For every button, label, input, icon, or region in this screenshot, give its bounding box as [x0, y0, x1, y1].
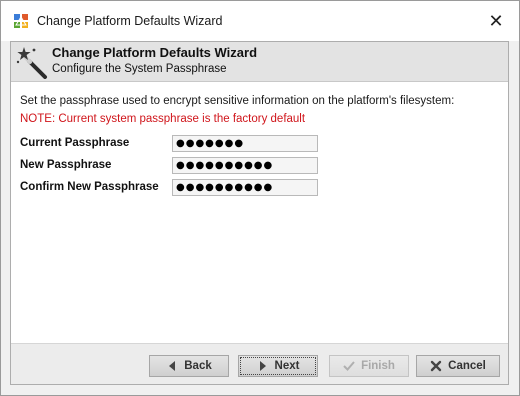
check-icon — [343, 361, 355, 371]
finish-button[interactable]: Finish — [329, 355, 409, 377]
wizard-header: Change Platform Defaults Wizard Configur… — [11, 42, 508, 82]
wizard-title: Change Platform Defaults Wizard — [52, 45, 258, 60]
cancel-button-label: Cancel — [448, 360, 486, 372]
magic-wand-icon — [16, 47, 47, 79]
wizard-window: Change Platform Defaults Wizard ✕ Change… — [0, 0, 520, 396]
next-button-label: Next — [274, 360, 300, 372]
close-icon: ✕ — [488, 11, 504, 31]
new-passphrase-label: New Passphrase — [20, 159, 112, 171]
back-button-label: Back — [184, 360, 212, 372]
arrow-left-icon — [169, 361, 176, 371]
title-bar: Change Platform Defaults Wizard ✕ — [1, 1, 519, 41]
arrow-right-icon — [259, 361, 266, 371]
confirm-passphrase-field[interactable]: ●●●●●●●●●● — [172, 179, 318, 196]
window-title: Change Platform Defaults Wizard — [37, 14, 223, 28]
app-icon — [14, 14, 28, 28]
confirm-passphrase-label: Confirm New Passphrase — [20, 181, 159, 193]
wizard-subtitle: Configure the System Passphrase — [52, 63, 227, 75]
back-button[interactable]: Back — [149, 355, 229, 377]
x-icon — [430, 360, 442, 372]
finish-button-label: Finish — [361, 360, 395, 372]
new-passphrase-field[interactable]: ●●●●●●●●●● — [172, 157, 318, 174]
close-button[interactable]: ✕ — [473, 1, 519, 41]
current-passphrase-label: Current Passphrase — [20, 137, 130, 149]
button-bar: Back Next Finish Cancel — [11, 343, 508, 384]
next-button[interactable]: Next — [238, 355, 318, 377]
cancel-button[interactable]: Cancel — [416, 355, 500, 377]
wizard-content: Change Platform Defaults Wizard Configur… — [10, 41, 509, 385]
current-passphrase-field[interactable]: ●●●●●●● — [172, 135, 318, 152]
note-text: NOTE: Current system passphrase is the f… — [20, 113, 306, 125]
instruction-text: Set the passphrase used to encrypt sensi… — [20, 95, 455, 107]
